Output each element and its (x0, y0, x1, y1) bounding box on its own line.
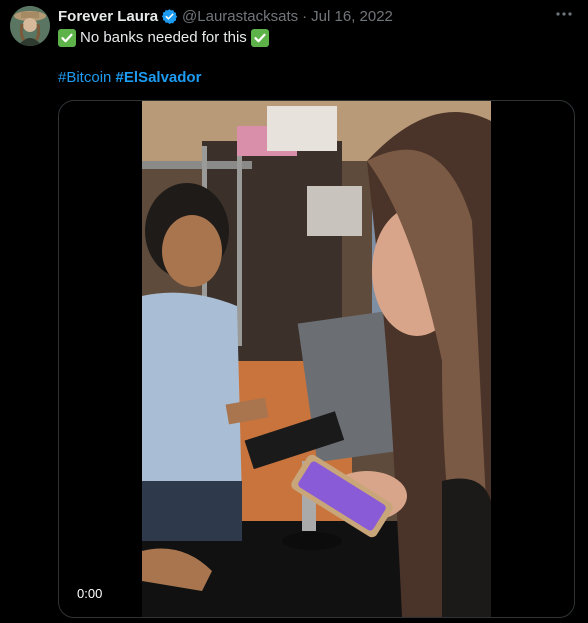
avatar[interactable] (10, 6, 50, 46)
hashtag-bitcoin[interactable]: #Bitcoin (58, 69, 111, 86)
check-mark-button-icon (250, 29, 269, 47)
author-name[interactable]: Forever Laura (58, 8, 158, 25)
check-mark-button-icon (58, 29, 76, 47)
video-frame[interactable] (142, 101, 491, 617)
hashtags: #Bitcoin #ElSalvador (58, 68, 201, 88)
author-handle[interactable]: @Laurastacksats (182, 8, 298, 25)
post-header: Forever Laura @Laurastacksats · Jul 16, … (58, 6, 548, 26)
hashtag-elsalvador[interactable]: #ElSalvador (116, 69, 202, 86)
separator-dot: · (302, 7, 308, 25)
post-text: No banks needed for this (58, 28, 269, 48)
video-player[interactable]: 0:00 (58, 100, 575, 618)
ellipsis-icon[interactable] (554, 4, 574, 24)
verified-badge-icon (161, 8, 178, 25)
video-timecode: 0:00 (71, 584, 109, 603)
post-date[interactable]: Jul 16, 2022 (311, 8, 393, 25)
post-body-text: No banks needed for this (80, 29, 247, 46)
